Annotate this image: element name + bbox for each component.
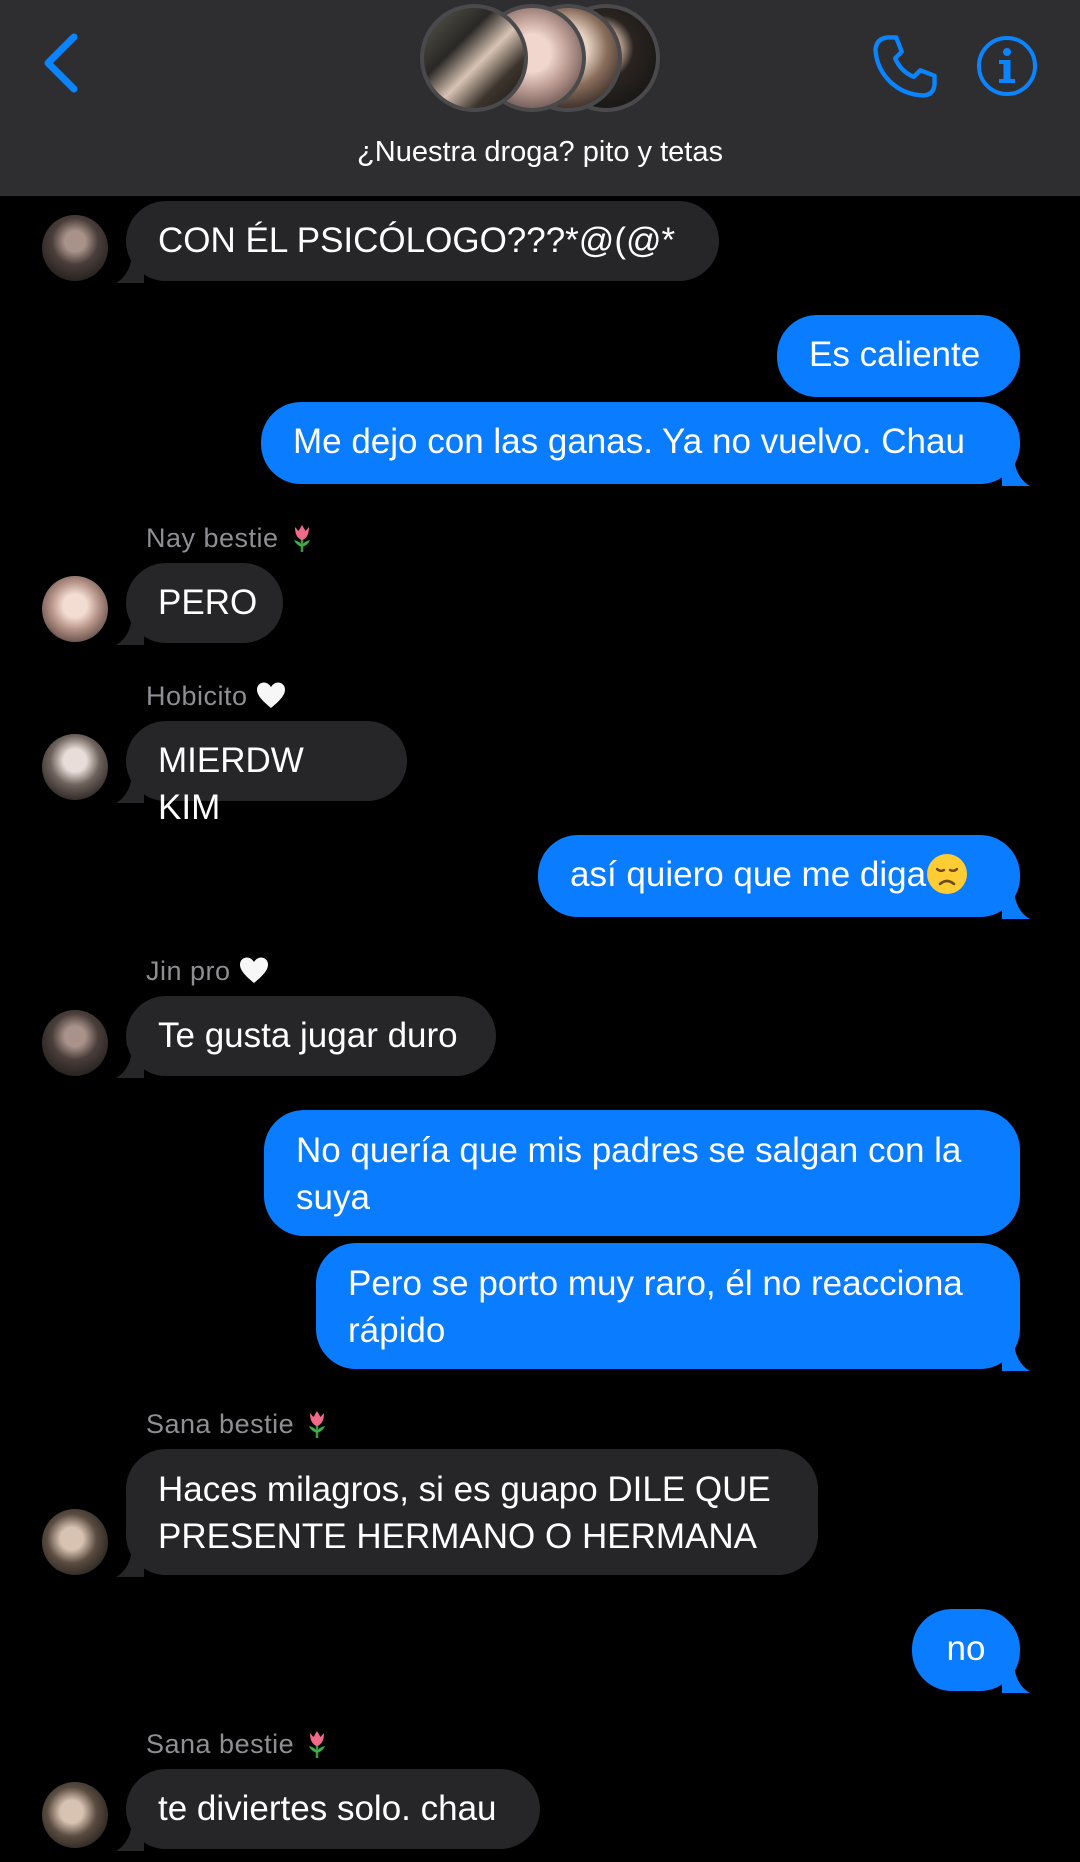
message-bubble-outgoing[interactable]: No quería que mis padres se salgan con l… — [264, 1110, 1020, 1236]
message-bubble-incoming[interactable]: MIERDW KIM — [116, 721, 407, 827]
tulip-icon — [287, 523, 317, 553]
call-button[interactable] — [870, 32, 940, 102]
avatar — [420, 4, 528, 112]
message-bubble-outgoing[interactable]: así quiero que me diga — [538, 835, 1030, 919]
message-text-line: suya — [296, 1178, 370, 1217]
message-bubble-incoming[interactable]: PERO — [116, 563, 283, 645]
message-text: así quiero que me diga — [570, 855, 927, 894]
chevron-left-icon — [44, 33, 78, 93]
message-bubble-outgoing[interactable]: Me dejo con las ganas. Ya no vuelvo. Cha… — [261, 402, 1030, 486]
message-text: no — [946, 1629, 986, 1668]
sender-name-text: Nay bestie — [146, 523, 279, 553]
avatar[interactable] — [42, 1782, 108, 1848]
avatar[interactable] — [42, 576, 108, 642]
sender-name-text: Hobicito — [146, 681, 248, 711]
white-heart-icon — [256, 681, 286, 711]
tulip-icon — [302, 1729, 332, 1759]
phone-icon — [873, 35, 937, 98]
message-bubble-incoming[interactable]: Haces milagros, si es guapo DILE QUE PRE… — [116, 1449, 818, 1577]
sender-name-text: Sana bestie — [146, 1729, 295, 1759]
sender-name: Nay bestie — [146, 523, 317, 554]
message-text-line: No quería que mis padres se salgan con l… — [296, 1131, 962, 1170]
white-heart-icon — [239, 956, 269, 986]
message-text: te diviertes solo. chau — [158, 1789, 497, 1828]
sender-name-text: Sana bestie — [146, 1409, 295, 1439]
info-icon — [977, 36, 1037, 96]
chat-header: ¿Nuestra droga? pito y tetas — [0, 0, 1080, 196]
back-button[interactable] — [30, 28, 90, 98]
sender-name: Jin pro — [146, 956, 269, 987]
message-bubble-outgoing[interactable]: Es caliente — [777, 315, 1020, 397]
sender-name-text: Jin pro — [146, 956, 231, 986]
sender-name: Sana bestie — [146, 1409, 332, 1440]
message-text-line: Pero se porto muy raro, él no reacciona — [348, 1264, 963, 1303]
message-text: Es caliente — [809, 335, 981, 374]
avatar[interactable] — [42, 1010, 108, 1076]
avatar[interactable] — [42, 1509, 108, 1575]
message-bubble-outgoing[interactable]: no — [912, 1609, 1030, 1693]
message-bubble-incoming[interactable]: Te gusta jugar duro — [116, 996, 496, 1078]
message-text-line: Haces milagros, si es guapo DILE QUE — [158, 1470, 771, 1509]
group-avatars[interactable] — [420, 0, 660, 120]
tulip-icon — [302, 1409, 332, 1439]
group-title[interactable]: ¿Nuestra droga? pito y tetas — [0, 136, 1080, 169]
message-text-line: rápido — [348, 1311, 446, 1350]
message-text: CON ÉL PSICÓLOGO???*@(@* — [158, 221, 676, 260]
avatar[interactable] — [42, 215, 108, 281]
chat-screen: ¿Nuestra droga? pito y tetas CON ÉL PSIC… — [0, 0, 1080, 1862]
message-text: PERO — [158, 583, 258, 622]
sender-name: Hobicito — [146, 681, 286, 712]
message-text: Te gusta jugar duro — [158, 1016, 458, 1055]
message-text: Me dejo con las ganas. Ya no vuelvo. Cha… — [293, 422, 965, 461]
message-text-line: PRESENTE HERMANO O HERMANA — [158, 1517, 757, 1556]
disappointed-face-icon — [927, 854, 968, 894]
message-bubble-incoming[interactable]: CON ÉL PSICÓLOGO???*@(@* — [116, 201, 719, 283]
info-button[interactable] — [975, 34, 1039, 98]
message-bubble-outgoing[interactable]: Pero se porto muy raro, él no reacciona … — [316, 1243, 1030, 1371]
message-text: MIERDW KIM — [158, 741, 304, 827]
avatar[interactable] — [42, 734, 108, 800]
sender-name: Sana bestie — [146, 1729, 332, 1760]
message-bubble-incoming[interactable]: te diviertes solo. chau — [116, 1769, 540, 1851]
